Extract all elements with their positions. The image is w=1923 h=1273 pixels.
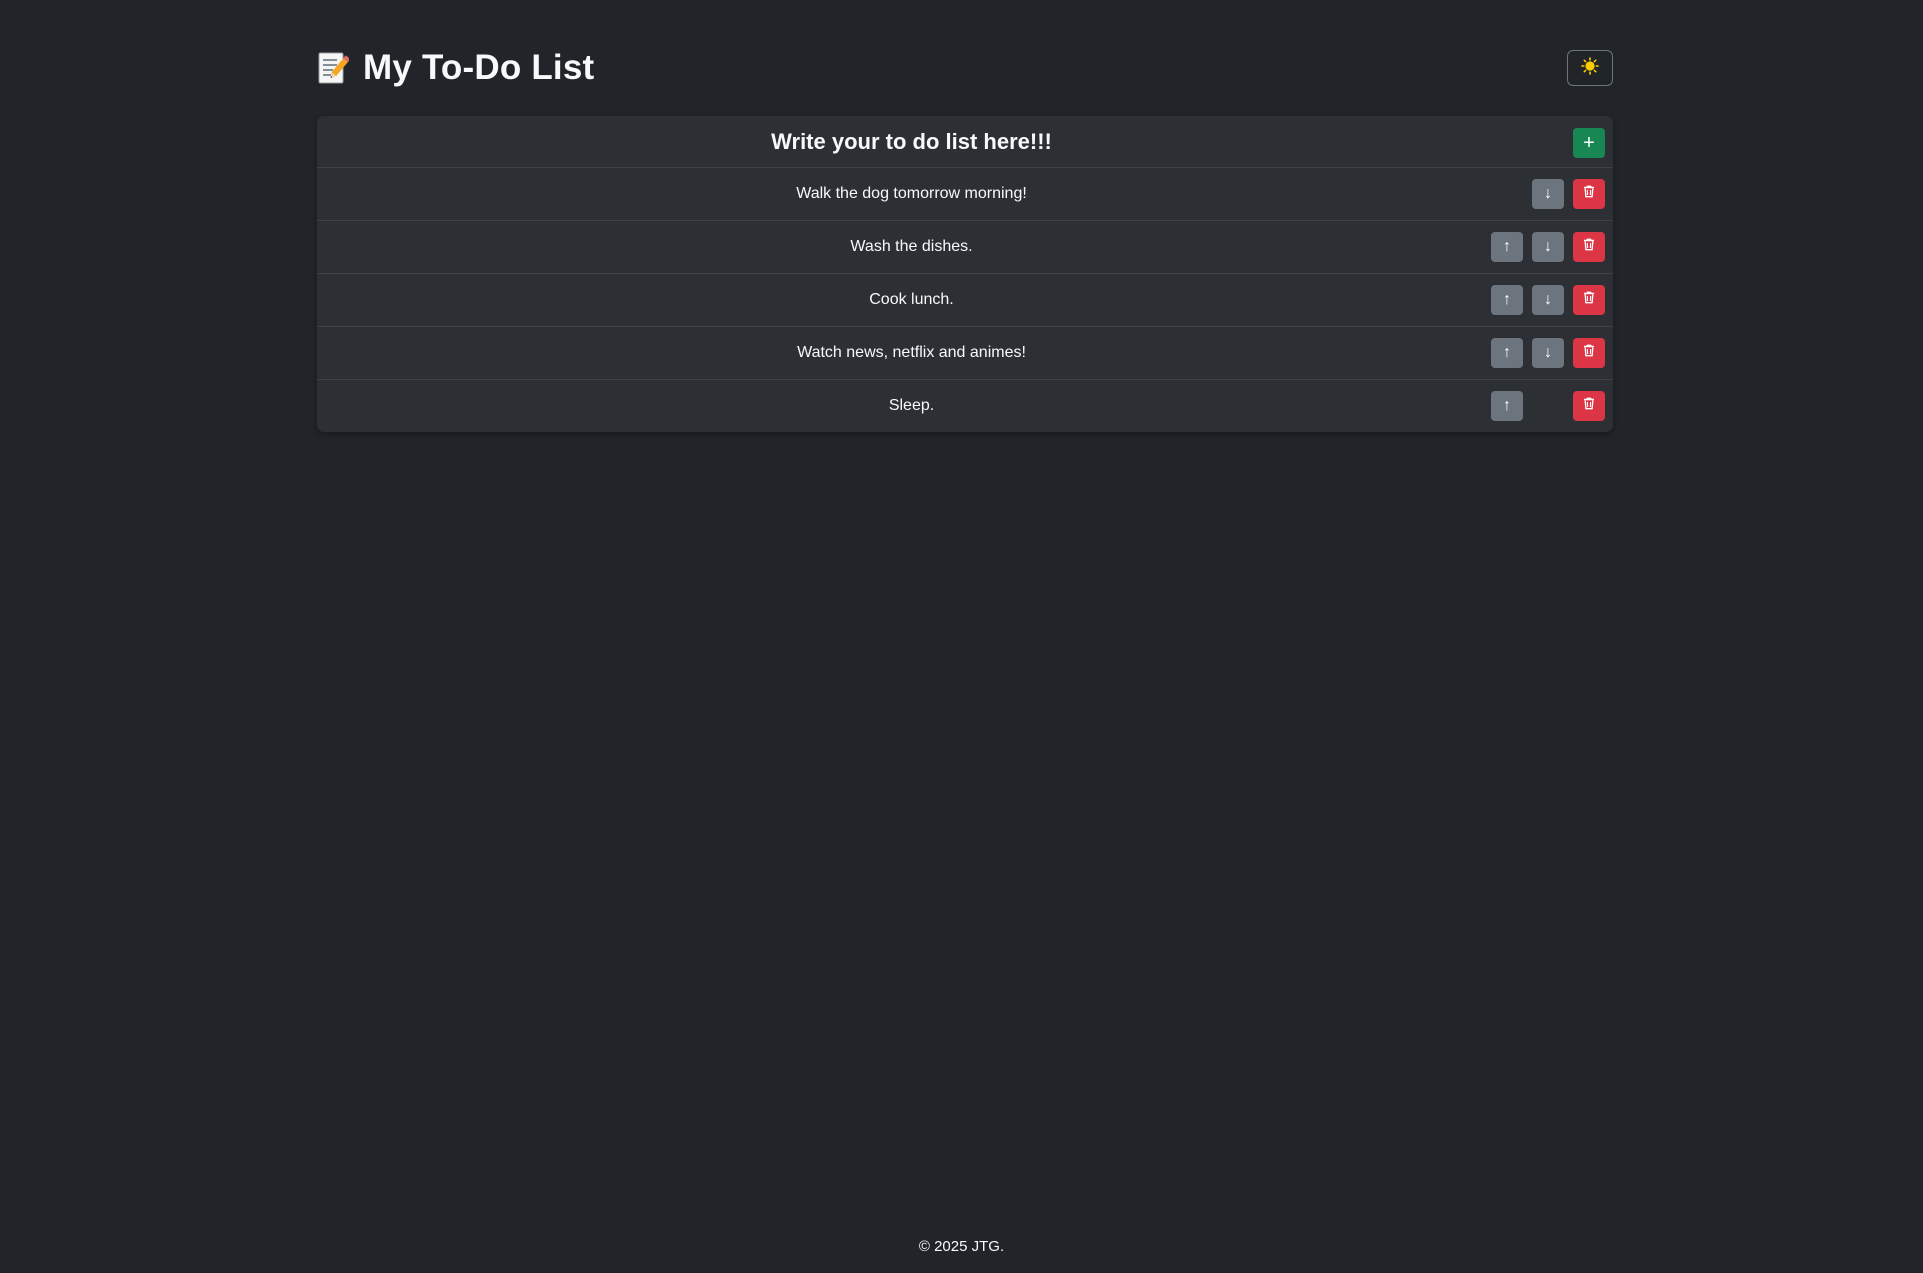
delete-button[interactable] <box>1573 179 1605 209</box>
delete-button[interactable] <box>1573 338 1605 368</box>
footer-copyright: © 2025 JTG. <box>918 1238 1005 1255</box>
todo-panel-title: Write your to do list here!!! <box>771 128 1052 154</box>
todo-item-text: Cook lunch. <box>869 291 954 308</box>
arrow-up-icon: ↑ <box>1503 291 1511 308</box>
trash-icon <box>1583 291 1595 309</box>
trash-icon <box>1583 344 1595 362</box>
todo-item-text: Sleep. <box>888 397 935 414</box>
page-title: My To-Do List <box>363 48 595 87</box>
todo-item-actions: ↑ ↓ <box>1491 327 1605 379</box>
arrow-up-icon: ↑ <box>1503 397 1511 414</box>
plus-icon: + <box>1583 132 1595 154</box>
delete-button[interactable] <box>1573 391 1605 421</box>
todo-item-actions: ↓ <box>1532 168 1605 220</box>
todo-item-actions: ↑ <box>1491 380 1605 432</box>
arrow-down-icon: ↓ <box>1544 291 1552 308</box>
memo-icon <box>317 50 351 86</box>
todo-panel: Write your to do list here!!! + Walk the… <box>317 116 1613 432</box>
button-spacer <box>1532 391 1564 421</box>
move-down-button[interactable]: ↓ <box>1532 285 1564 315</box>
todo-panel-header: Write your to do list here!!! + <box>317 116 1613 168</box>
move-up-button[interactable]: ↑ <box>1491 232 1523 262</box>
todo-item: Sleep. ↑ <box>317 380 1613 432</box>
move-down-button[interactable]: ↓ <box>1532 232 1564 262</box>
move-down-button[interactable]: ↓ <box>1532 338 1564 368</box>
todo-item-text: Watch news, netflix and animes! <box>797 344 1026 361</box>
footer: © 2025 JTG. <box>0 1238 1923 1255</box>
todo-item: Wash the dishes. ↑ ↓ <box>317 221 1613 274</box>
arrow-up-icon: ↑ <box>1503 344 1511 361</box>
theme-toggle-button[interactable] <box>1567 50 1613 86</box>
trash-icon <box>1583 397 1595 415</box>
arrow-down-icon: ↓ <box>1544 185 1552 202</box>
move-up-button[interactable]: ↑ <box>1491 338 1523 368</box>
todo-item-actions: ↑ ↓ <box>1491 274 1605 326</box>
trash-icon <box>1583 238 1595 256</box>
delete-button[interactable] <box>1573 285 1605 315</box>
todo-list: Walk the dog tomorrow morning! ↓ Wash the … <box>317 168 1613 432</box>
trash-icon <box>1583 185 1595 203</box>
sun-icon <box>1581 56 1599 80</box>
todo-item: Cook lunch. ↑ ↓ <box>317 274 1613 327</box>
todo-item: Walk the dog tomorrow morning! ↓ <box>317 168 1613 221</box>
header: My To-Do List <box>317 44 1613 92</box>
add-item-button[interactable]: + <box>1573 128 1605 158</box>
move-down-button[interactable]: ↓ <box>1532 179 1564 209</box>
move-up-button[interactable]: ↑ <box>1491 285 1523 315</box>
todo-item-text: Wash the dishes. <box>850 238 973 255</box>
todo-item: Watch news, netflix and animes! ↑ ↓ <box>317 327 1613 380</box>
arrow-down-icon: ↓ <box>1544 344 1552 361</box>
todo-item-actions: ↑ ↓ <box>1491 221 1605 273</box>
title-wrap: My To-Do List <box>317 48 594 88</box>
page: My To-Do List Write your to do list here… <box>0 0 1923 1273</box>
arrow-down-icon: ↓ <box>1544 238 1552 255</box>
todo-item-text: Walk the dog tomorrow morning! <box>796 185 1027 202</box>
move-up-button[interactable]: ↑ <box>1491 391 1523 421</box>
delete-button[interactable] <box>1573 232 1605 262</box>
arrow-up-icon: ↑ <box>1503 238 1511 255</box>
